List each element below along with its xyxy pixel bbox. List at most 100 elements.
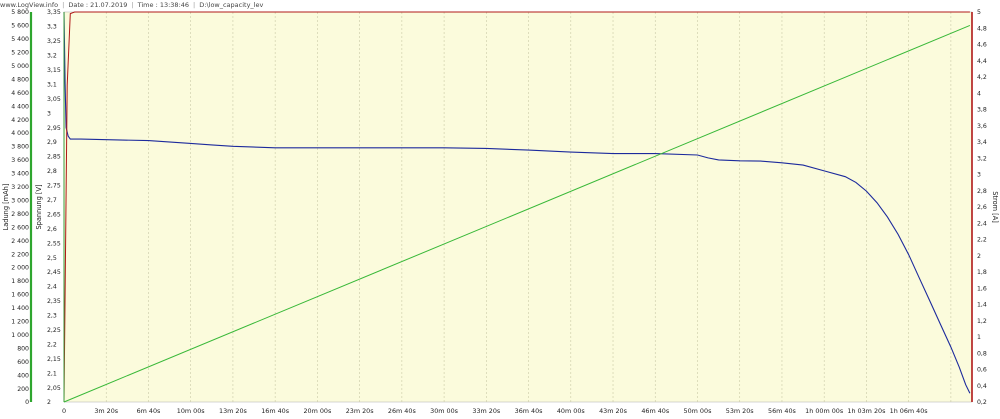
strom-tick-label: 4,4 [977, 58, 987, 65]
spannung-axis-title: Spannung [V] [35, 184, 43, 229]
ladung-tick-label: 2 600 [11, 224, 29, 231]
strom-tick-label: 0,4 [977, 383, 987, 390]
ladung-tick-label: 3 800 [11, 144, 29, 151]
spannung-tick-label: 2,35 [47, 298, 61, 305]
x-tick-label: 23m 20s [346, 407, 375, 415]
spannung-tick-label: 2,25 [47, 327, 61, 334]
x-tick-label: 26m 40s [388, 407, 417, 415]
x-tick-label: 53m 20s [726, 407, 755, 415]
strom-tick-label: 4,6 [977, 42, 987, 49]
ladung-tick-label: 200 [17, 386, 29, 393]
ladung-tick-label: 2 200 [11, 251, 29, 258]
ladung-tick-label: 1 600 [11, 292, 29, 299]
x-tick-label: 1h 03m 20s [847, 407, 886, 415]
spannung-tick-label: 2,1 [47, 370, 57, 377]
strom-tick-label: 2,2 [977, 237, 987, 244]
ladung-tick-label: 4 600 [11, 90, 29, 97]
strom-tick-label: 2,8 [977, 188, 987, 195]
chart: 0 3m 20s 6m 40s 10m 00s 13m 20s 16m 40s 20m 00… [2, 9, 999, 415]
ladung-tick-label: 3 000 [11, 197, 29, 204]
x-tick-label: 46m 40s [641, 407, 670, 415]
ladung-tick-label: 5 800 [11, 9, 29, 16]
ladung-tick-label: 1 000 [11, 332, 29, 339]
x-tick-label: 3m 20s [94, 407, 118, 415]
ladung-tick-label: 1 200 [11, 319, 29, 326]
spannung-tick-label: 3,25 [47, 38, 61, 45]
x-tick-label: 0 [62, 407, 66, 415]
ladung-tick-label: 5 200 [11, 50, 29, 57]
spannung-tick-label: 3,1 [47, 81, 57, 88]
strom-tick-label: 3,8 [977, 107, 987, 114]
ladung-tick-label: 800 [17, 345, 29, 352]
strom-tick-label: 5 [977, 9, 981, 16]
strom-tick-label: 3,6 [977, 123, 987, 130]
ladung-tick-label: 1 800 [11, 278, 29, 285]
spannung-tick-label: 2,55 [47, 240, 61, 247]
x-tick-label: 33m 20s [472, 407, 501, 415]
strom-tick-label: 1,4 [977, 302, 987, 309]
strom-tick-label: 2,4 [977, 220, 987, 227]
x-tick-label: 50m 00s [684, 407, 713, 415]
strom-tick-label: 1 [977, 334, 981, 341]
spannung-tick-label: 2,7 [47, 197, 57, 204]
x-tick-label: 6m 40s [137, 407, 161, 415]
strom-tick-label: 0,8 [977, 350, 987, 357]
x-tick-label: 20m 00s [303, 407, 332, 415]
ladung-tick-label: 5 000 [11, 63, 29, 70]
x-tick-label: 13m 20s [219, 407, 248, 415]
ladung-tick-label: 2 000 [11, 265, 29, 272]
x-tick-label: 1h 06m 40s [890, 407, 929, 415]
ladung-tick-label: 3 600 [11, 157, 29, 164]
ladung-tick-label: 1 400 [11, 305, 29, 312]
strom-tick-label: 3,2 [977, 155, 987, 162]
spannung-tick-label: 2,85 [47, 154, 61, 161]
x-tick-label: 10m 00s [177, 407, 206, 415]
ladung-tick-label: 3 400 [11, 171, 29, 178]
spannung-tick-label: 2,75 [47, 183, 61, 190]
x-tick-label: 36m 40s [515, 407, 544, 415]
x-tick-label: 43m 20s [599, 407, 628, 415]
strom-tick-label: 4,2 [977, 74, 987, 81]
spannung-tick-label: 3 [47, 110, 51, 117]
strom-tick-label: 3,4 [977, 139, 987, 146]
ladung-tick-label: 4 400 [11, 103, 29, 110]
strom-tick-label: 4,8 [977, 25, 987, 32]
strom-tick-label: 2 [977, 253, 981, 260]
spannung-tick-label: 3,3 [47, 24, 57, 31]
strom-tick-label: 2,6 [977, 204, 987, 211]
ladung-tick-label: 4 000 [11, 130, 29, 137]
spannung-tick-label: 2,9 [47, 139, 57, 146]
ladung-tick-label: 5 600 [11, 23, 29, 30]
ladung-axis-title: Ladung [mAh] [2, 184, 10, 231]
spannung-tick-label: 2,2 [47, 341, 57, 348]
spannung-tick-label: 2,4 [47, 284, 57, 291]
strom-tick-label: 1,2 [977, 318, 987, 325]
x-tick-label: 56m 40s [768, 407, 797, 415]
ladung-tick-label: 0 [25, 399, 29, 406]
spannung-tick-label: 2,8 [47, 168, 57, 175]
spannung-tick-label: 3,05 [47, 96, 61, 103]
spannung-tick-label: 2,65 [47, 211, 61, 218]
spannung-tick-label: 2,6 [47, 226, 57, 233]
ladung-tick-label: 4 200 [11, 117, 29, 124]
spannung-tick-label: 2,15 [47, 356, 61, 363]
spannung-tick-label: 3,2 [47, 53, 57, 60]
spannung-tick-label: 3,15 [47, 67, 61, 74]
x-tick-label: 16m 40s [261, 407, 290, 415]
strom-tick-label: 1,6 [977, 285, 987, 292]
spannung-tick-label: 2,95 [47, 125, 61, 132]
strom-tick-label: 0,6 [977, 367, 987, 374]
strom-tick-label: 3 [977, 172, 981, 179]
ladung-tick-label: 4 800 [11, 76, 29, 83]
x-tick-label: 1h 00m 00s [805, 407, 844, 415]
spannung-tick-label: 2,05 [47, 385, 61, 392]
strom-tick-label: 1,8 [977, 269, 987, 276]
strom-tick-label: 0,2 [977, 399, 987, 406]
spannung-tick-label: 2,3 [47, 313, 57, 320]
ladung-tick-label: 400 [17, 372, 29, 379]
spannung-tick-label: 3,35 [47, 9, 61, 16]
spannung-tick-label: 2,5 [47, 255, 57, 262]
spannung-tick-label: 2,45 [47, 269, 61, 276]
x-tick-label: 40m 00s [557, 407, 586, 415]
ladung-tick-label: 600 [17, 359, 29, 366]
